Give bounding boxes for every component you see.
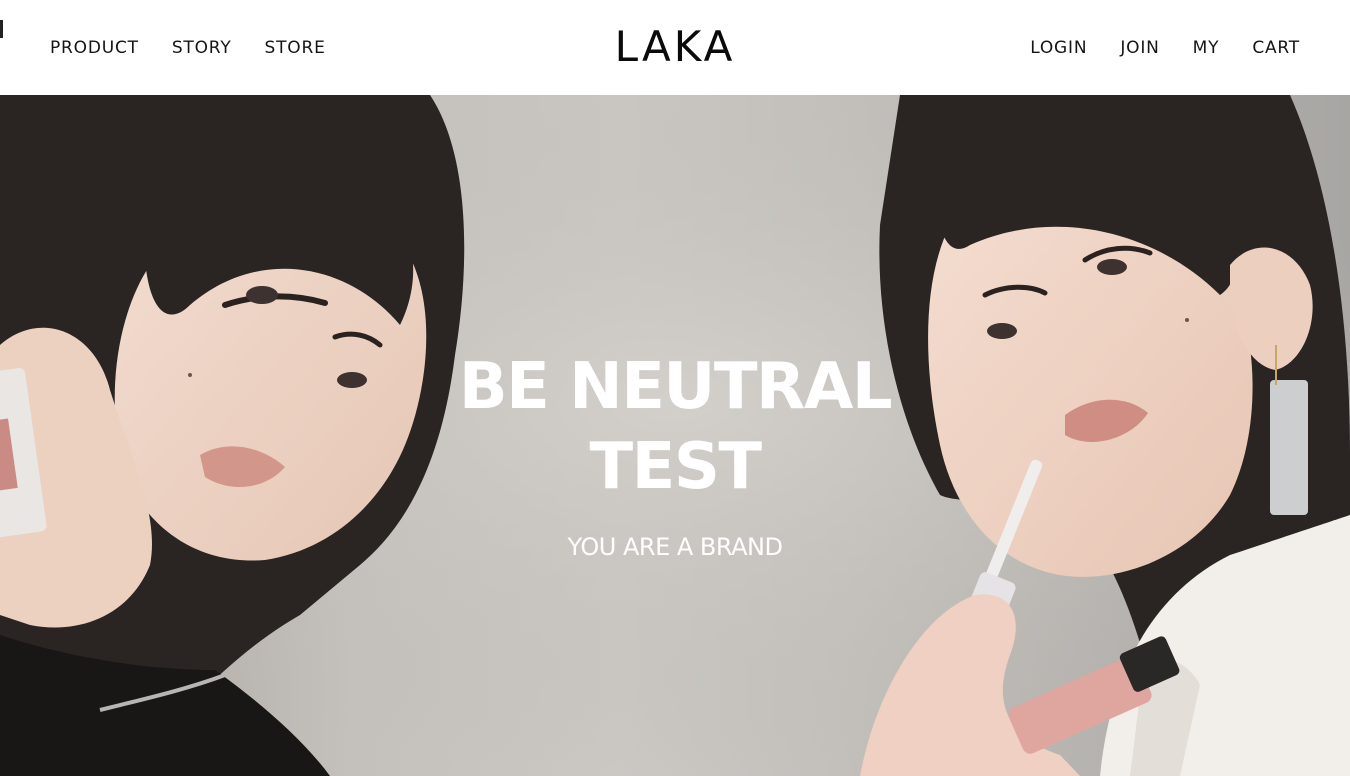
nav-cart[interactable]: CART	[1252, 38, 1300, 58]
site-header: PRODUCT STORY STORE LAKA LOGIN JOIN MY C…	[0, 0, 1350, 95]
nav-my[interactable]: MY	[1193, 38, 1220, 58]
hero-banner[interactable]: BE NEUTRAL TEST YOU ARE A BRAND	[0, 95, 1350, 776]
hero-tagline: YOU ARE A BRAND	[567, 533, 783, 561]
account-nav: LOGIN JOIN MY CART	[997, 38, 1300, 58]
hero-headline-line1: BE NEUTRAL	[458, 350, 893, 424]
hero-headline-line2: TEST	[589, 430, 762, 504]
nav-join[interactable]: JOIN	[1120, 38, 1159, 58]
nav-login[interactable]: LOGIN	[1030, 38, 1087, 58]
